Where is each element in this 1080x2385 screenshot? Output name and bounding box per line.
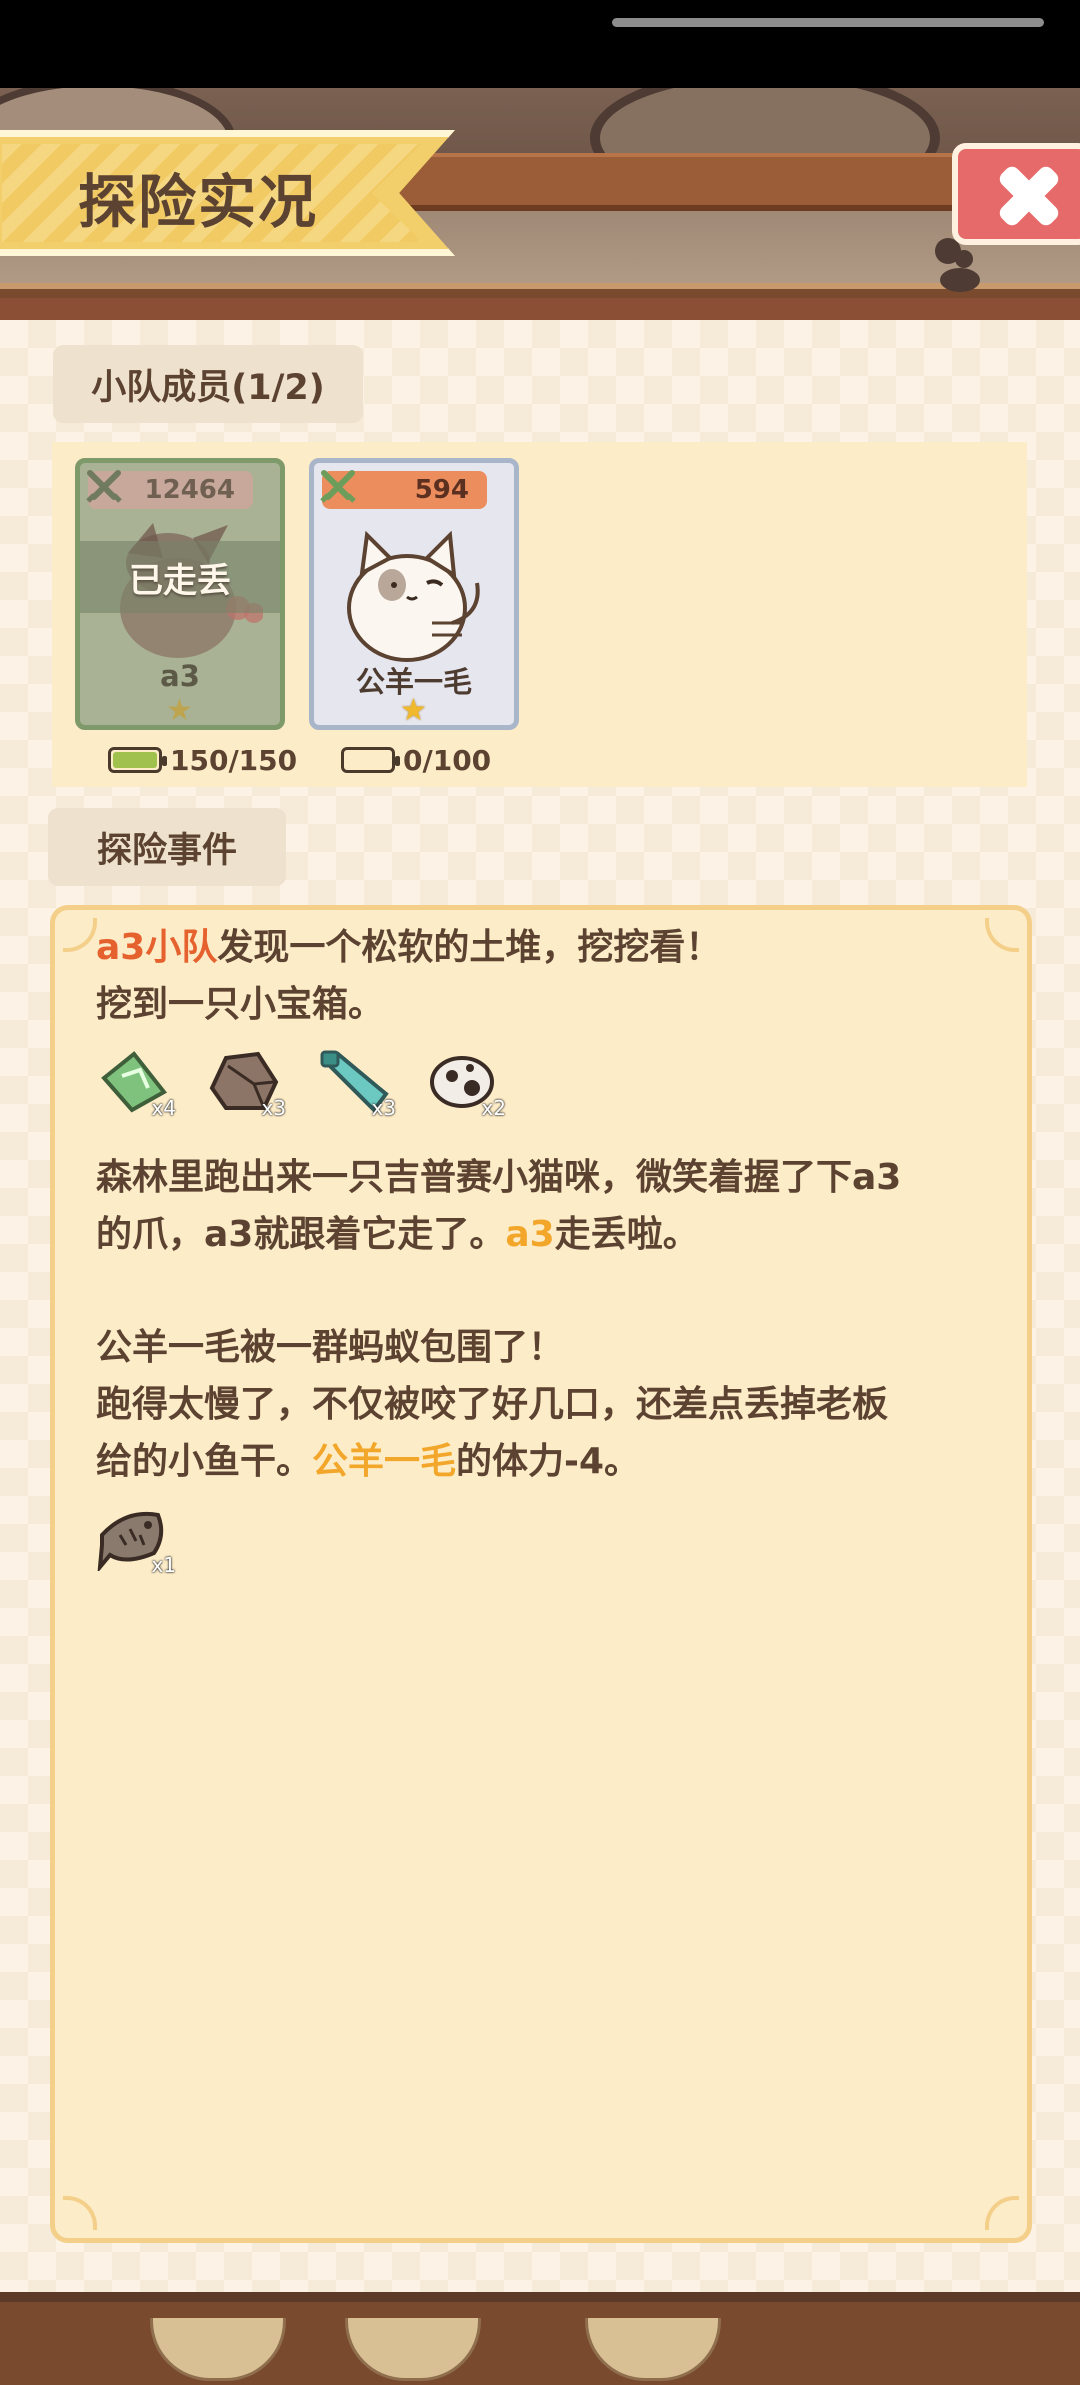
event-line: 跑得太慢了，不仅被咬了好几口，还差点丢掉老板 xyxy=(96,1384,889,1425)
close-button[interactable] xyxy=(952,143,1080,245)
event-line: 挖到一只小宝箱。 xyxy=(96,984,385,1025)
event-line: 给的小鱼干。公羊一毛的体力-4。 xyxy=(96,1441,641,1482)
home-indicator[interactable] xyxy=(612,18,1044,27)
crossed-swords-icon xyxy=(84,467,124,516)
star-icon: ★ xyxy=(166,693,193,728)
bottle-icon[interactable]: x3 xyxy=(316,1048,396,1120)
events-label: 探险事件 xyxy=(48,808,286,886)
crossed-swords-icon xyxy=(318,467,358,516)
spotted-egg-icon[interactable]: x2 xyxy=(426,1048,506,1120)
stamina-gongyang: 0/100 xyxy=(341,740,491,780)
bottom-bar xyxy=(0,2292,1080,2385)
green-crystal-icon[interactable]: x4 xyxy=(96,1048,176,1120)
team-members-label: 小队成员(1/2) xyxy=(53,345,363,423)
member-card-a3[interactable]: 12464 已走丢 a3 ★ xyxy=(75,458,285,730)
event-line: 的爪，a3就跟着它走了。a3走丢啦。 xyxy=(96,1214,699,1255)
member-card-gongyang[interactable]: 594 公羊一毛 ★ xyxy=(309,458,519,730)
lost-status: 已走丢 xyxy=(80,541,280,613)
member-name: a3 xyxy=(160,659,200,693)
star-icon: ★ xyxy=(400,693,427,728)
event-line: a3小队发现一个松软的土堆，挖挖看！ xyxy=(96,927,722,968)
event-line: 森林里跑出来一只吉普赛小猫咪，微笑着握了下a3 xyxy=(96,1157,902,1198)
dried-fish-icon[interactable]: x1 xyxy=(96,1505,176,1577)
stamina-value: 150/150 xyxy=(170,743,298,777)
status-bar xyxy=(0,0,1080,88)
reward-items: x4 x3 x3 x2 xyxy=(96,1048,506,1120)
rock-icon[interactable]: x3 xyxy=(206,1048,286,1120)
reward-items: x1 xyxy=(96,1505,176,1577)
header-divider xyxy=(0,298,1080,320)
battery-icon xyxy=(108,747,167,773)
stamina-value: 0/100 xyxy=(403,743,492,777)
stamina-a3: 150/150 xyxy=(108,740,297,780)
battery-icon xyxy=(341,747,400,773)
member-portrait xyxy=(332,513,497,663)
page-title: 探险实况 xyxy=(78,168,319,236)
event-line: 公羊一毛被一群蚂蚁包围了！ xyxy=(96,1327,565,1368)
